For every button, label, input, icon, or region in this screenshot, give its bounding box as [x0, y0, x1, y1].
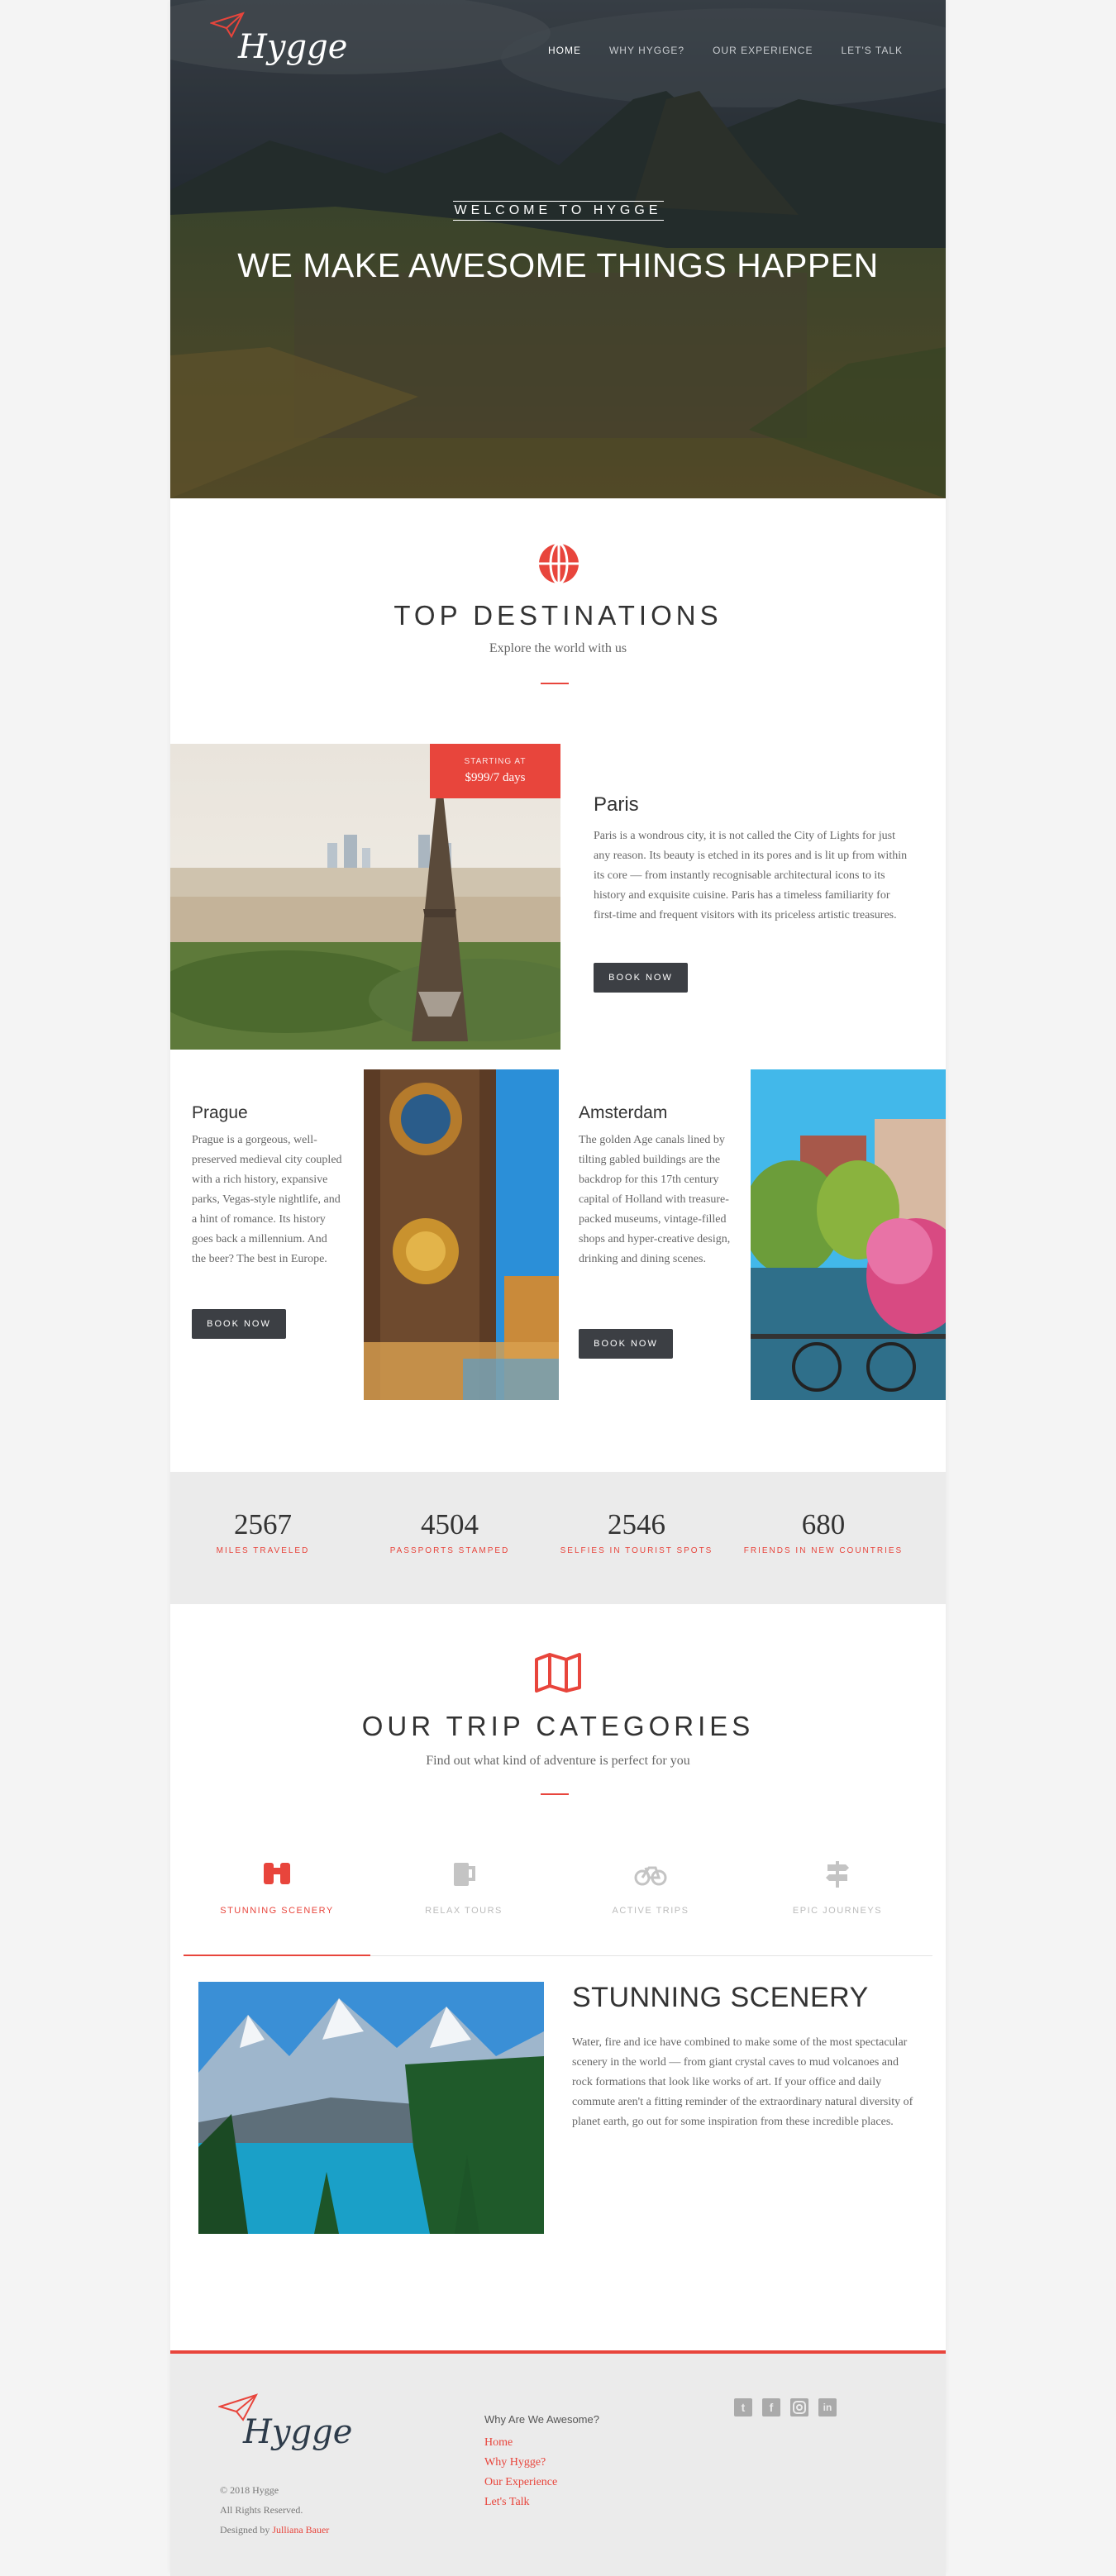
prague-book-now-button[interactable]: BOOK NOW: [192, 1309, 286, 1339]
footer-rights: All Rights Reserved.: [220, 2504, 303, 2516]
stat-item: 2567 MILES TRAVELED: [180, 1508, 346, 1555]
tab-label: ACTIVE TRIPS: [612, 1906, 689, 1916]
paris-book-now-button[interactable]: BOOK NOW: [594, 963, 688, 993]
categories-subtitle: Find out what kind of adventure is perfe…: [426, 1754, 690, 1768]
amsterdam-description: The golden Age canals lined by tilting g…: [579, 1134, 731, 1265]
price-badge-value: $999/7 days: [465, 771, 526, 784]
tab-label: RELAX TOURS: [425, 1906, 503, 1916]
stat-label: PASSPORTS STAMPED: [389, 1546, 510, 1555]
nav-why-hygge[interactable]: WHY HYGGE?: [609, 45, 684, 56]
hygge-logo[interactable]: Hygge: [210, 12, 347, 69]
hero-banner: Hygge HOME WHY HYGGE? OUR EXPERIENCE LET…: [170, 0, 946, 498]
category-panel-title: STUNNING SCENERY: [572, 1982, 869, 2013]
footer: Hygge © 2018 Hygge All Rights Reserved. …: [170, 2350, 946, 2576]
paris-title: Paris: [594, 793, 639, 816]
footer-link-lets-talk[interactable]: Let's Talk: [484, 2496, 530, 2509]
divider: [541, 683, 569, 684]
stat-value: 680: [801, 1508, 846, 1540]
tab-relax-tours[interactable]: RELAX TOURS: [370, 1859, 557, 1955]
stat-label: FRIENDS IN NEW COUNTRIES: [743, 1546, 904, 1555]
prague-image: [364, 1069, 559, 1400]
instagram-glyph: [793, 2401, 806, 2414]
tab-stunning-scenery[interactable]: STUNNING SCENERY: [184, 1859, 370, 1955]
amsterdam-title: Amsterdam: [579, 1103, 668, 1122]
tab-epic-journeys[interactable]: EPIC JOURNEYS: [744, 1859, 931, 1955]
signpost-icon: [826, 1861, 849, 1888]
tab-label: EPIC JOURNEYS: [792, 1906, 883, 1916]
nav-home[interactable]: HOME: [548, 45, 581, 56]
destinations-subtitle: Explore the world with us: [489, 641, 627, 655]
prague-title: Prague: [192, 1103, 248, 1122]
category-panel-description: Water, fire and ice have combined to mak…: [572, 2036, 913, 2128]
nav-lets-talk[interactable]: LET'S TALK: [841, 45, 903, 56]
stats-bar: 2567 MILES TRAVELED 4504 PASSPORTS STAMP…: [170, 1472, 946, 1604]
stat-value: 2567: [234, 1508, 292, 1540]
stat-item: 4504 PASSPORTS STAMPED: [367, 1508, 532, 1555]
tab-active-indicator: [184, 1955, 370, 1956]
divider: [541, 1793, 569, 1795]
nav-our-experience[interactable]: OUR EXPERIENCE: [713, 45, 813, 56]
footer-credit-label: Designed by: [220, 2524, 270, 2536]
main-nav: HOME WHY HYGGE? OUR EXPERIENCE LET'S TAL…: [548, 45, 903, 56]
hero-kicker: WELCOME TO HYGGE: [452, 201, 664, 221]
stat-label: SELFIES IN TOURIST SPOTS: [560, 1546, 713, 1555]
prague-description: Prague is a gorgeous, well-preserved med…: [192, 1134, 342, 1265]
bicycle-icon: [634, 1866, 667, 1886]
beer-mug-icon: [454, 1863, 475, 1886]
destinations-title: TOP DESTINATIONS: [393, 600, 723, 631]
amsterdam-book-now-button[interactable]: BOOK NOW: [579, 1329, 673, 1359]
footer-link-our-experience[interactable]: Our Experience: [484, 2476, 557, 2489]
stat-value: 2546: [608, 1508, 665, 1540]
footer-logo[interactable]: Hygge: [218, 2393, 353, 2468]
categories-title: OUR TRIP CATEGORIES: [361, 1711, 755, 1741]
amsterdam-image: [751, 1069, 946, 1400]
stat-item: 2546 SELFIES IN TOURIST SPOTS: [554, 1508, 719, 1555]
footer-copyright: © 2018 Hygge: [220, 2484, 279, 2496]
footer-link-home[interactable]: Home: [484, 2436, 513, 2450]
instagram-icon[interactable]: [790, 2398, 808, 2416]
footer-wordmark: Hygge: [243, 2413, 353, 2451]
page: Hygge HOME WHY HYGGE? OUR EXPERIENCE LET…: [170, 0, 946, 2576]
stat-item: 680 FRIENDS IN NEW COUNTRIES: [741, 1508, 906, 1555]
paris-description: Paris is a wondrous city, it is not call…: [594, 830, 908, 921]
stat-value: 4504: [421, 1508, 479, 1540]
facebook-icon[interactable]: f: [762, 2398, 780, 2416]
footer-link-why-hygge[interactable]: Why Hygge?: [484, 2456, 546, 2469]
globe-icon: [539, 542, 579, 585]
hero-kicker-wrap: WELCOME TO HYGGE: [170, 201, 946, 221]
logo-wordmark: Hygge: [238, 28, 348, 66]
linkedin-icon[interactable]: in: [818, 2398, 837, 2416]
binoculars-icon: [264, 1863, 290, 1884]
price-badge-label: STARTING AT: [464, 757, 527, 766]
footer-credit: Designed by Julliana Bauer: [220, 2524, 329, 2536]
tab-label: STUNNING SCENERY: [220, 1906, 334, 1916]
stat-label: MILES TRAVELED: [216, 1546, 310, 1555]
scenery-image: [198, 1982, 544, 2234]
footer-heading: Why Are We Awesome?: [484, 2413, 599, 2426]
map-icon: [535, 1653, 581, 1693]
footer-designer-link[interactable]: Julliana Bauer: [272, 2524, 329, 2536]
hero-title: WE MAKE AWESOME THINGS HAPPEN: [237, 246, 879, 284]
price-badge: STARTING AT $999/7 days: [430, 744, 560, 798]
twitter-icon[interactable]: t: [734, 2398, 752, 2416]
tab-active-trips[interactable]: ACTIVE TRIPS: [557, 1859, 744, 1955]
